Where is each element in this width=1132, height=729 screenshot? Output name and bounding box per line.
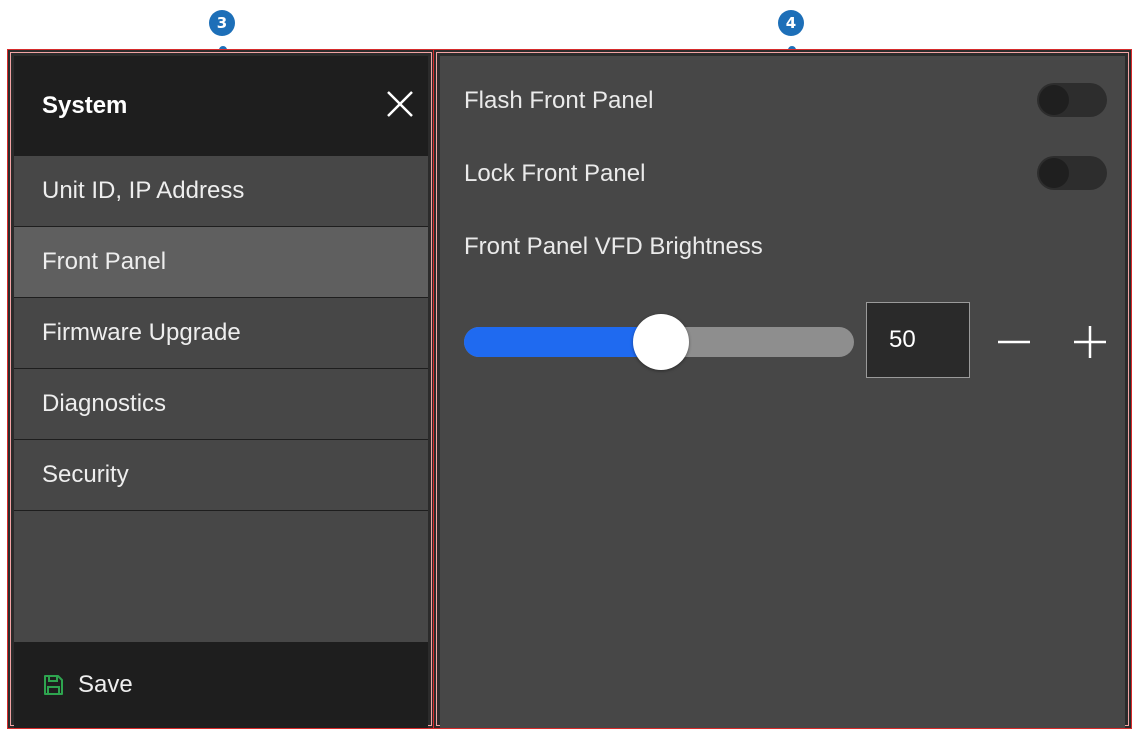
front-panel-settings-frame: Flash Front Panel Lock Front Panel Front…: [433, 49, 1132, 729]
flash-front-panel-label: Flash Front Panel: [464, 87, 654, 114]
callout-badge-4: 4: [778, 10, 804, 36]
toggle-knob: [1039, 158, 1069, 188]
sidebar-item-label: Front Panel: [42, 248, 167, 275]
plus-icon[interactable]: [1070, 322, 1110, 362]
brightness-label: Front Panel VFD Brightness: [464, 233, 763, 260]
sidebar-item-label: Firmware Upgrade: [42, 319, 241, 346]
brightness-value-input[interactable]: 50: [866, 302, 970, 378]
save-label: Save: [78, 671, 133, 698]
sidebar-item-label: Unit ID, IP Address: [42, 177, 245, 204]
sidebar-item-firmware-upgrade[interactable]: Firmware Upgrade: [14, 298, 428, 369]
sidebar-item-unit-id-ip-address[interactable]: Unit ID, IP Address: [14, 156, 428, 227]
toggle-knob: [1039, 85, 1069, 115]
lock-front-panel-toggle[interactable]: [1037, 156, 1107, 190]
sidebar-item-label: Diagnostics: [42, 390, 167, 417]
system-sidebar-frame: System Unit ID, IP Address Front Panel F…: [7, 49, 435, 729]
save-button[interactable]: Save: [14, 642, 428, 728]
brightness-slider[interactable]: [464, 314, 854, 370]
sidebar-item-security[interactable]: Security: [14, 440, 428, 511]
sidebar-title: System: [42, 92, 128, 119]
save-icon: [44, 675, 63, 695]
brightness-value: 50: [889, 326, 916, 353]
front-panel-settings: Flash Front Panel Lock Front Panel Front…: [440, 56, 1125, 728]
slider-fill: [464, 327, 659, 357]
sidebar-item-front-panel[interactable]: Front Panel: [14, 227, 428, 298]
system-sidebar: System Unit ID, IP Address Front Panel F…: [14, 56, 428, 728]
close-icon[interactable]: [382, 86, 418, 122]
minus-icon[interactable]: [994, 322, 1034, 362]
flash-front-panel-toggle[interactable]: [1037, 83, 1107, 117]
sidebar-item-diagnostics[interactable]: Diagnostics: [14, 369, 428, 440]
sidebar-item-label: Security: [42, 461, 129, 488]
slider-thumb[interactable]: [633, 314, 689, 370]
sidebar-header: System: [14, 56, 428, 156]
callout-badge-3: 3: [209, 10, 235, 36]
lock-front-panel-label: Lock Front Panel: [464, 160, 646, 187]
